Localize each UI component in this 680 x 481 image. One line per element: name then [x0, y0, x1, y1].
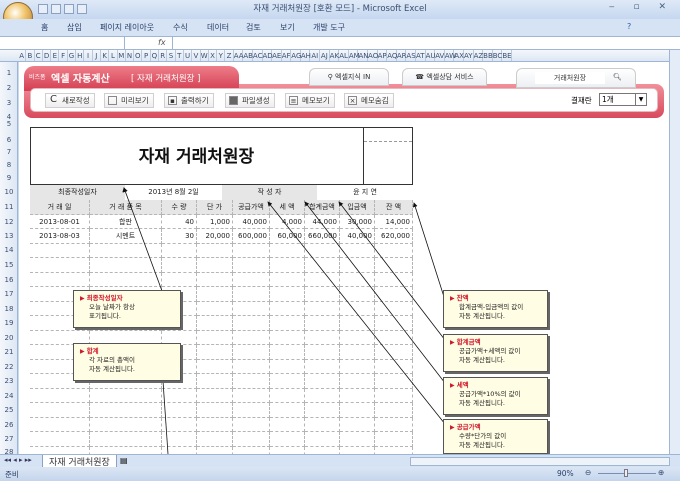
memo-callout: 합계각 자료의 총액이자동 계산됩니다. — [73, 343, 181, 381]
callout-text: 공급가액+세액의 값이 — [459, 347, 521, 355]
arrow-last-date — [123, 187, 163, 292]
callout-title: 잔액 — [450, 294, 543, 303]
status-ready: 준비 — [5, 470, 19, 479]
callout-text: 각 자료의 총액이 — [89, 356, 135, 364]
callout-text: 공급가액*10%의 값이 — [459, 390, 521, 398]
arrow-tax — [304, 201, 446, 384]
horizontal-scrollbar[interactable] — [410, 457, 670, 466]
zoom-in-icon[interactable]: ⊕ — [658, 468, 664, 477]
memo-callout: 잔액합계금액-입금액의 값이자동 계산됩니다. — [443, 290, 548, 328]
insert-sheet-icon[interactable]: ▤ — [120, 456, 128, 465]
callout-text: 표기됩니다. — [89, 312, 121, 320]
arrow-balance — [412, 202, 446, 301]
sheet-nav-arrows[interactable]: ◂◂ ◂ ▸ ▸▸ — [4, 456, 32, 464]
callout-text: 자동 계산됩니다. — [459, 356, 505, 364]
callout-text: 자동 계산됩니다. — [89, 365, 135, 373]
zoom-slider[interactable] — [598, 469, 656, 477]
memo-callout: 세액공급가액*10%의 값이자동 계산됩니다. — [443, 377, 548, 415]
memo-callout: 최종작성일자오늘 날짜가 항상표기됩니다. — [73, 290, 181, 328]
callout-text: 합계금액-입금액의 값이 — [459, 303, 524, 311]
callout-title: 합계 — [80, 347, 176, 356]
arrow-supply — [267, 201, 446, 425]
callout-title: 세액 — [450, 381, 543, 390]
callout-text: 자동 계산됩니다. — [459, 399, 505, 407]
callout-text: 오늘 날짜가 항상 — [89, 303, 135, 311]
callout-title: 최종작성일자 — [80, 294, 176, 303]
memo-callout: 합계금액공급가액+세액의 값이자동 계산됩니다. — [443, 334, 548, 372]
callout-text: 수량*단가의 값이 — [459, 432, 507, 440]
sheet-tab-bar: ◂◂ ◂ ▸ ▸▸ 자재 거래처원장 ▤ — [0, 454, 680, 468]
arrow-sum — [338, 201, 446, 341]
zoom-out-icon[interactable]: ⊖ — [585, 468, 591, 477]
callout-text: 자동 계산됩니다. — [459, 441, 505, 449]
zoom-level: 90% — [557, 469, 574, 478]
callout-title: 합계금액 — [450, 338, 543, 347]
memo-callout: 공급가액수량*단가의 값이자동 계산됩니다. — [443, 419, 548, 454]
callout-text: 자동 계산됩니다. — [459, 312, 505, 320]
callout-arrows — [122, 187, 446, 455]
status-bar: 준비 90% ⊖ ⊕ — [0, 467, 680, 481]
callout-title: 공급가액 — [450, 423, 543, 432]
